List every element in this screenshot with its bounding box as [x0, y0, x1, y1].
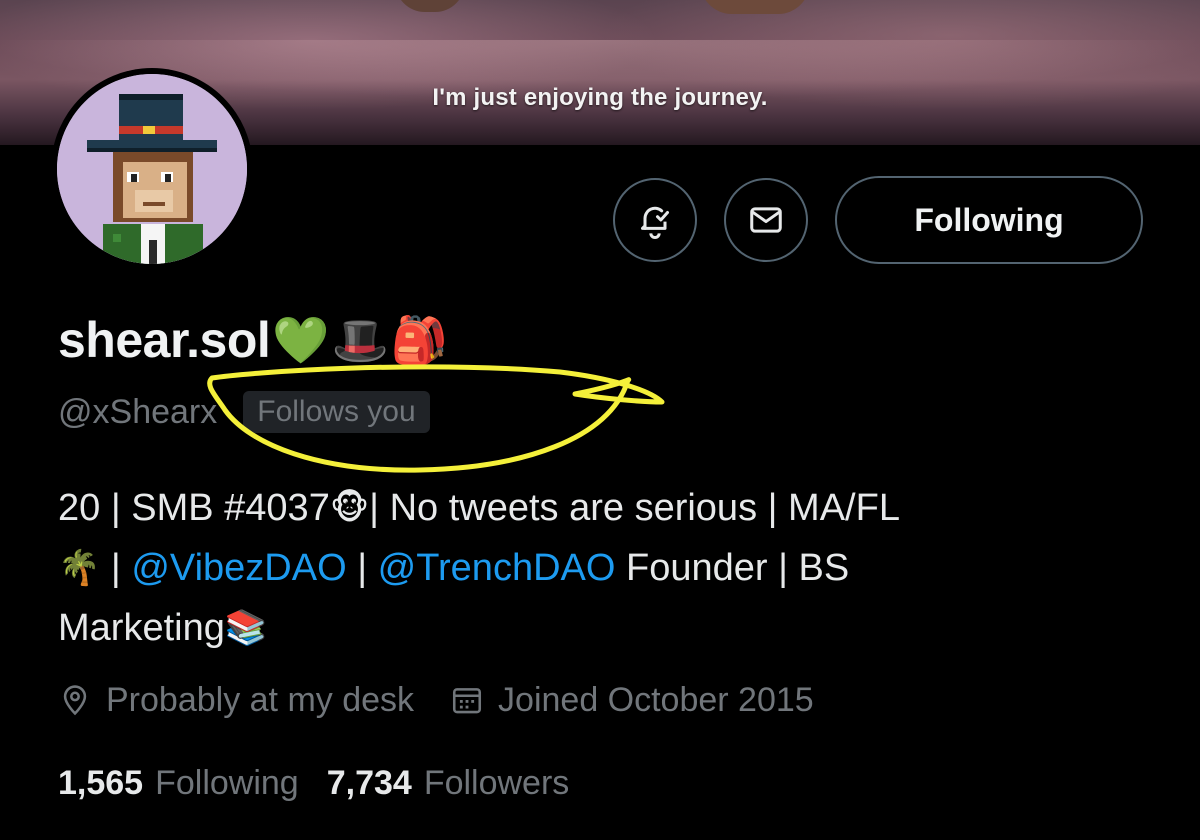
- envelope-icon: [750, 207, 782, 233]
- location-item: Probably at my desk: [58, 681, 414, 720]
- follow-stats: 1,565 Following 7,734 Followers: [58, 758, 569, 808]
- green-heart-emoji: 💚: [272, 313, 330, 366]
- message-button[interactable]: [724, 178, 808, 262]
- handle-row: @xShearx Follows you: [58, 388, 430, 436]
- mention-trenchdao-link[interactable]: @TrenchDAO: [378, 538, 616, 598]
- bio-text: Marketing: [58, 607, 225, 649]
- notify-button[interactable]: [613, 178, 697, 262]
- bio-text: |: [346, 547, 378, 589]
- location-text: Probably at my desk: [106, 680, 415, 719]
- followers-label: Followers: [423, 763, 570, 802]
- bio-line-2: 🌴 | @VibezDAO | @TrenchDAO Founder | BS: [58, 538, 1158, 598]
- bio-text: Founder | BS: [615, 547, 850, 589]
- bio-text: | No tweets are serious | MA/FL: [369, 487, 900, 529]
- following-button[interactable]: Following: [835, 176, 1143, 264]
- location-pin-icon: [63, 685, 87, 716]
- bio-line-3: Marketing 📚: [58, 598, 1158, 658]
- calendar-icon: [453, 688, 482, 714]
- followers-count: 7,734: [326, 763, 412, 802]
- following-label: Following: [155, 763, 299, 802]
- bio-text: |: [100, 547, 132, 589]
- books-emoji: 📚: [224, 609, 268, 647]
- user-handle: @xShearx: [58, 392, 218, 431]
- following-count: 1,565: [58, 763, 144, 802]
- backpack-emoji: 🎒: [390, 313, 449, 366]
- bio-text: 20 | SMB #4037: [58, 487, 330, 529]
- pixel-monkey-avatar: [57, 74, 247, 264]
- display-name: shear.sol: [58, 312, 271, 368]
- display-name-row: shear.sol 💚 🎩 🎒: [58, 308, 448, 372]
- monkey-emoji: 🐵: [329, 489, 370, 527]
- top-hat-emoji: 🎩: [331, 313, 389, 366]
- joined-item: Joined October 2015: [450, 681, 814, 720]
- palm-tree-emoji: 🌴: [58, 549, 101, 587]
- profile-meta: Probably at my desk Joined October 2015: [58, 676, 814, 724]
- joined-text: Joined October 2015: [498, 680, 814, 719]
- avatar[interactable]: [51, 68, 253, 270]
- bio: 20 | SMB #4037 🐵 | No tweets are serious…: [58, 478, 1158, 658]
- followers-stat-link[interactable]: 7,734 Followers: [327, 764, 570, 803]
- bio-line-1: 20 | SMB #4037 🐵 | No tweets are serious…: [58, 478, 1158, 538]
- following-stat-link[interactable]: 1,565 Following: [58, 764, 299, 803]
- bell-check-icon: [641, 206, 669, 239]
- follows-you-badge: Follows you: [243, 391, 430, 433]
- mention-vibezdao-link[interactable]: @VibezDAO: [131, 538, 346, 598]
